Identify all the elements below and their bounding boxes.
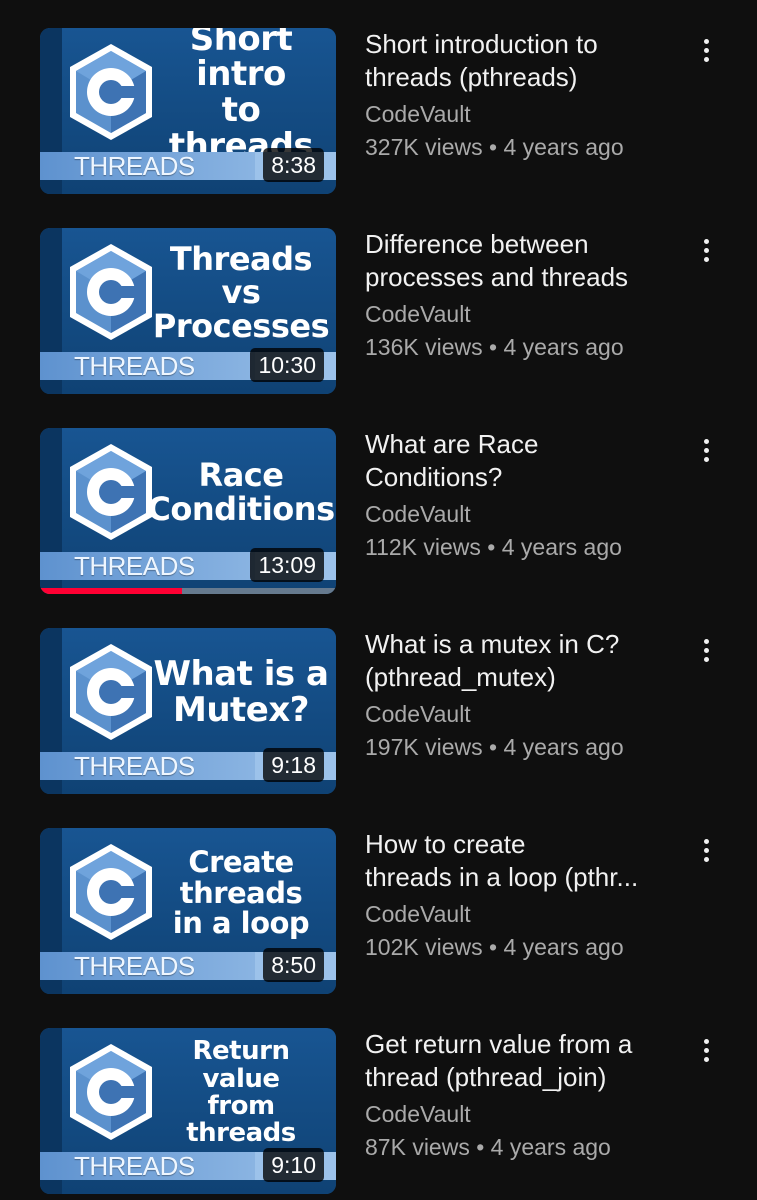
video-thumbnail[interactable]: Short intro to threads THREADS 8:38 bbox=[40, 28, 336, 194]
thumbnail-band-label: THREADS bbox=[74, 551, 195, 581]
video-title[interactable]: What is a mutex in C? (pthread_mutex) bbox=[365, 628, 665, 694]
view-count-and-age: 197K views • 4 years ago bbox=[365, 734, 624, 760]
menu-dot bbox=[703, 438, 709, 444]
menu-dot bbox=[703, 638, 709, 644]
menu-dot bbox=[703, 1038, 709, 1044]
menu-dot bbox=[703, 647, 709, 653]
more-vertical-icon[interactable] bbox=[688, 232, 724, 268]
video-thumbnail[interactable]: Create threads in a loop THREADS 8:50 bbox=[40, 828, 336, 994]
video-metadata[interactable]: How to create threads in a loop (pthr...… bbox=[365, 828, 665, 961]
view-count-and-age: 112K views • 4 years ago bbox=[365, 534, 622, 560]
video-title[interactable]: Get return value from a thread (pthread_… bbox=[365, 1028, 665, 1094]
video-list: Short intro to threads THREADS 8:38 Shor… bbox=[0, 0, 757, 1200]
menu-dot bbox=[703, 1047, 709, 1053]
video-row[interactable]: What is a Mutex? THREADS 9:18 What is a … bbox=[0, 628, 757, 794]
thumbnail-title-text: Return value from threads bbox=[186, 1036, 296, 1149]
video-thumbnail[interactable]: Race Conditions THREADS 13:09 bbox=[40, 428, 336, 594]
view-count-and-age: 87K views • 4 years ago bbox=[365, 1134, 611, 1160]
menu-dot bbox=[703, 247, 709, 253]
menu-dot bbox=[703, 847, 709, 853]
video-metadata[interactable]: Difference between processes and threads… bbox=[365, 228, 665, 361]
channel-name[interactable]: CodeVault bbox=[365, 900, 665, 928]
c-language-hexagon-icon bbox=[70, 44, 152, 140]
menu-dot bbox=[703, 256, 709, 262]
video-row[interactable]: Return value from threads THREADS 9:10 G… bbox=[0, 1028, 757, 1194]
thumbnail-title-text: Race Conditions bbox=[147, 456, 335, 528]
more-vertical-icon[interactable] bbox=[688, 1032, 724, 1068]
video-title[interactable]: Short introduction to threads (pthreads) bbox=[365, 28, 665, 94]
more-vertical-icon[interactable] bbox=[688, 432, 724, 468]
duration-badge: 8:38 bbox=[263, 148, 324, 182]
duration-badge: 9:10 bbox=[263, 1148, 324, 1182]
watch-progress-fill bbox=[40, 588, 183, 594]
menu-dot bbox=[703, 47, 709, 53]
menu-dot bbox=[703, 1056, 709, 1062]
menu-dot bbox=[703, 856, 709, 862]
video-metadata[interactable]: Get return value from a thread (pthread_… bbox=[365, 1028, 665, 1161]
thumbnail-band-label: THREADS bbox=[74, 151, 195, 181]
thumbnail-title-text: Short intro to threads bbox=[168, 28, 314, 166]
video-thumbnail[interactable]: Return value from threads THREADS 9:10 bbox=[40, 1028, 336, 1194]
video-title[interactable]: What are Race Conditions? bbox=[365, 428, 665, 494]
video-title[interactable]: Difference between processes and threads bbox=[365, 228, 665, 294]
video-thumbnail[interactable]: Threads vs Processes THREADS 10:30 bbox=[40, 228, 336, 394]
duration-badge: 10:30 bbox=[250, 348, 324, 382]
menu-dot bbox=[703, 56, 709, 62]
menu-dot bbox=[703, 238, 709, 244]
video-metadata[interactable]: What are Race Conditions? CodeVault 112K… bbox=[365, 428, 665, 561]
view-count-and-age: 102K views • 4 years ago bbox=[365, 934, 624, 960]
channel-name[interactable]: CodeVault bbox=[365, 300, 665, 328]
duration-badge: 9:18 bbox=[263, 748, 324, 782]
thumbnail-title-text: Create threads in a loop bbox=[172, 845, 310, 941]
channel-name[interactable]: CodeVault bbox=[365, 100, 665, 128]
thumbnail-band-label: THREADS bbox=[74, 951, 195, 981]
more-vertical-icon[interactable] bbox=[688, 832, 724, 868]
video-thumbnail[interactable]: What is a Mutex? THREADS 9:18 bbox=[40, 628, 336, 794]
more-vertical-icon[interactable] bbox=[688, 632, 724, 668]
duration-badge: 8:50 bbox=[263, 948, 324, 982]
thumbnail-title-text: Threads vs Processes bbox=[152, 239, 330, 345]
video-row[interactable]: Create threads in a loop THREADS 8:50 Ho… bbox=[0, 828, 757, 994]
menu-dot bbox=[703, 456, 709, 462]
c-language-hexagon-icon bbox=[70, 444, 152, 540]
menu-dot bbox=[703, 447, 709, 453]
menu-dot bbox=[703, 838, 709, 844]
channel-name[interactable]: CodeVault bbox=[365, 1100, 665, 1128]
thumbnail-band-label: THREADS bbox=[74, 351, 195, 381]
c-language-hexagon-icon bbox=[70, 844, 152, 940]
video-metadata[interactable]: Short introduction to threads (pthreads)… bbox=[365, 28, 665, 161]
menu-dot bbox=[703, 38, 709, 44]
channel-name[interactable]: CodeVault bbox=[365, 500, 665, 528]
video-metadata[interactable]: What is a mutex in C? (pthread_mutex) Co… bbox=[365, 628, 665, 761]
menu-dot bbox=[703, 656, 709, 662]
video-row[interactable]: Threads vs Processes THREADS 10:30 Diffe… bbox=[0, 228, 757, 394]
video-title[interactable]: How to create threads in a loop (pthr... bbox=[365, 828, 665, 894]
c-language-hexagon-icon bbox=[70, 244, 152, 340]
thumbnail-band-label: THREADS bbox=[74, 751, 195, 781]
c-language-hexagon-icon bbox=[70, 1044, 152, 1140]
channel-name[interactable]: CodeVault bbox=[365, 700, 665, 728]
more-vertical-icon[interactable] bbox=[688, 32, 724, 68]
video-row[interactable]: Short intro to threads THREADS 8:38 Shor… bbox=[0, 28, 757, 194]
duration-badge: 13:09 bbox=[250, 548, 324, 582]
view-count-and-age: 327K views • 4 years ago bbox=[365, 134, 624, 160]
c-language-hexagon-icon bbox=[70, 644, 152, 740]
view-count-and-age: 136K views • 4 years ago bbox=[365, 334, 624, 360]
watch-progress-track bbox=[40, 588, 336, 594]
thumbnail-title-text: What is a Mutex? bbox=[153, 654, 329, 730]
thumbnail-band-label: THREADS bbox=[74, 1151, 195, 1181]
video-row[interactable]: Race Conditions THREADS 13:09 What are R… bbox=[0, 428, 757, 594]
